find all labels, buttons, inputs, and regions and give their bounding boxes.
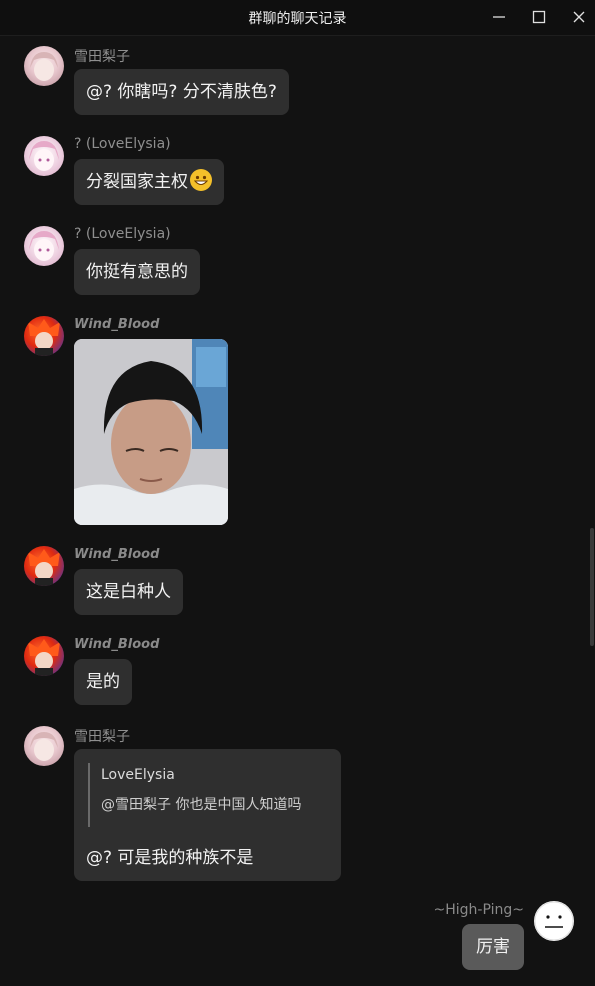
message-list[interactable]: 雪田梨子 @? 你瞎吗? 分不清肤色? ? (LoveElysia) 分裂国家主… xyxy=(0,36,595,986)
sender-name: ? (LoveElysia) xyxy=(74,226,171,242)
image-message[interactable] xyxy=(74,339,228,525)
avatar-yuki-icon xyxy=(30,732,58,761)
minimize-icon xyxy=(493,16,505,18)
avatar[interactable] xyxy=(24,316,64,356)
sender-name: Wind_Blood xyxy=(74,547,160,562)
avatar[interactable] xyxy=(24,136,64,176)
reply-text: @? 可是我的种族不是 xyxy=(86,848,254,868)
sender-name: 雪田梨子 xyxy=(74,49,130,65)
chat-history-window: 群聊的聊天记录 雪田梨子 @? 你瞎吗? 分不清肤色? ? (LoveElysi… xyxy=(0,0,595,986)
avatar-yuki-icon xyxy=(30,52,58,81)
minimize-button[interactable] xyxy=(484,5,514,29)
sender-name: 雪田梨子 xyxy=(74,729,130,745)
avatar[interactable] xyxy=(24,226,64,266)
self-sender-name: ~High-Ping~ xyxy=(433,902,524,918)
avatar-wind-icon xyxy=(28,549,60,586)
message-bubble[interactable]: 是的 xyxy=(74,659,132,705)
sender-name: Wind_Blood xyxy=(74,637,160,652)
grinning-emoji-icon xyxy=(190,169,212,191)
self-message-bubble[interactable]: 厉害 xyxy=(462,924,524,970)
quote-reply-bubble[interactable]: LoveElysia @雪田梨子 你也是中国人知道吗 @? 可是我的种族不是 xyxy=(74,749,341,881)
avatar-face-icon xyxy=(534,901,574,941)
photo-image xyxy=(74,339,228,525)
maximize-button[interactable] xyxy=(524,5,554,29)
avatar[interactable] xyxy=(24,636,64,676)
close-icon xyxy=(573,11,585,23)
avatar[interactable] xyxy=(24,546,64,586)
message-bubble[interactable]: 这是白种人 xyxy=(74,569,183,615)
scrollbar[interactable] xyxy=(590,528,594,646)
quote-bar xyxy=(88,763,90,827)
avatar-elysia-icon xyxy=(29,141,59,171)
avatar[interactable] xyxy=(24,726,64,766)
sender-name: Wind_Blood xyxy=(74,317,160,332)
message-text: 分裂国家主权 xyxy=(86,172,188,192)
message-bubble[interactable]: @? 你瞎吗? 分不清肤色? xyxy=(74,69,289,115)
sender-name: ? (LoveElysia) xyxy=(74,136,171,152)
title-bar: 群聊的聊天记录 xyxy=(0,0,595,36)
avatar[interactable] xyxy=(24,46,64,86)
avatar-wind-icon xyxy=(28,319,60,356)
maximize-icon xyxy=(532,10,546,24)
message-bubble[interactable]: 分裂国家主权 xyxy=(74,159,224,205)
close-button[interactable] xyxy=(564,5,594,29)
message-bubble[interactable]: 你挺有意思的 xyxy=(74,249,200,295)
avatar-wind-icon xyxy=(28,639,60,676)
quoted-sender: LoveElysia xyxy=(101,767,175,783)
avatar-elysia-icon xyxy=(29,231,59,261)
quoted-text: @雪田梨子 你也是中国人知道吗 xyxy=(101,797,302,813)
avatar[interactable] xyxy=(534,901,574,941)
